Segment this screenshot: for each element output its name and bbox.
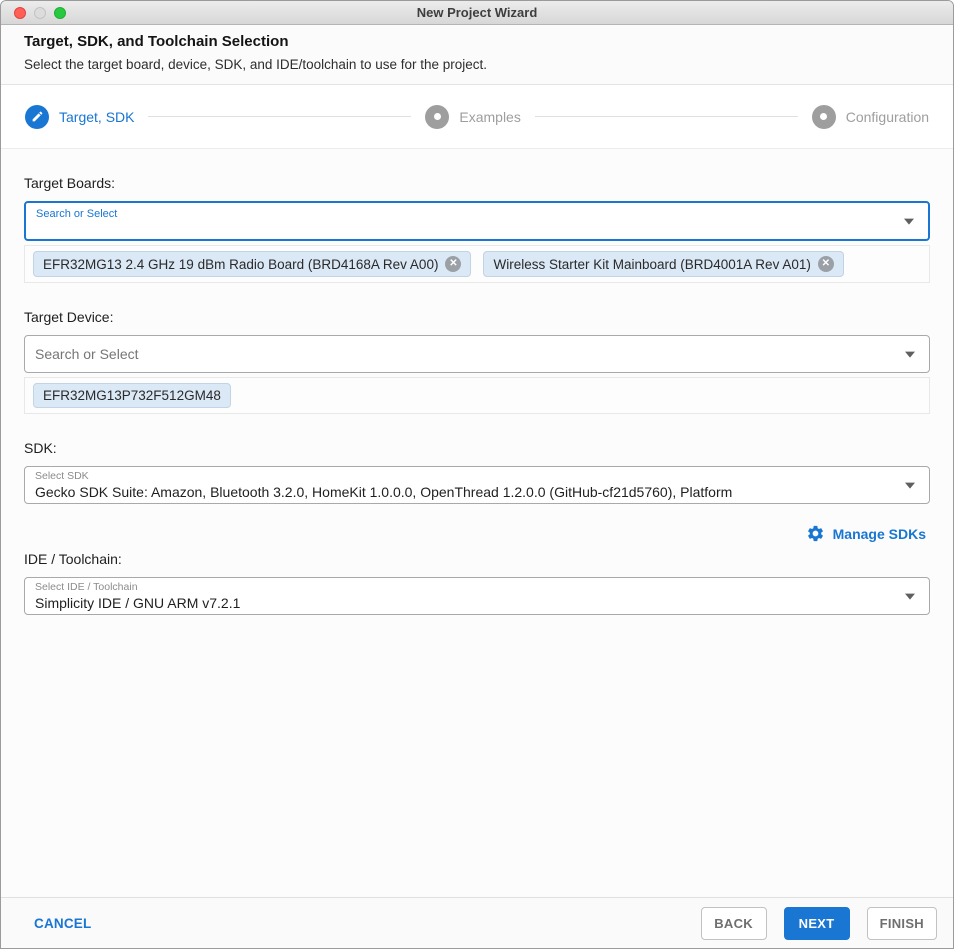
stepper-connector bbox=[534, 116, 798, 117]
ide-toolchain-select[interactable]: Select IDE / Toolchain Simplicity IDE / … bbox=[24, 577, 930, 615]
sdk-select-label: Select SDK bbox=[35, 470, 89, 482]
chevron-down-icon[interactable] bbox=[905, 351, 915, 358]
target-device-section: Target Device: Search or Select EFR32MG1… bbox=[24, 309, 930, 414]
stepper-connector bbox=[148, 116, 412, 117]
close-window-button[interactable] bbox=[14, 6, 26, 19]
chip-label: EFR32MG13 2.4 GHz 19 dBm Radio Board (BR… bbox=[43, 256, 439, 272]
target-boards-select[interactable]: Search or Select bbox=[24, 201, 930, 241]
back-button[interactable]: BACK bbox=[700, 906, 767, 940]
sdk-section: SDK: Select SDK Gecko SDK Suite: Amazon,… bbox=[24, 440, 930, 543]
wizard-content: Target Boards: Search or Select EFR32MG1… bbox=[1, 175, 953, 615]
device-chip[interactable]: EFR32MG13P732F512GM48 bbox=[33, 383, 231, 408]
step-label: Configuration bbox=[845, 108, 930, 125]
close-icon[interactable]: ✕ bbox=[445, 256, 462, 272]
minimize-window-button[interactable] bbox=[34, 6, 46, 19]
step-target-sdk[interactable]: Target, SDK bbox=[25, 104, 135, 129]
step-configuration[interactable]: Configuration bbox=[811, 104, 930, 129]
step-dot-icon bbox=[811, 104, 836, 129]
traffic-lights bbox=[14, 6, 66, 19]
target-device-placeholder: Search or Select bbox=[35, 346, 139, 362]
sdk-select[interactable]: Select SDK Gecko SDK Suite: Amazon, Blue… bbox=[24, 466, 930, 504]
zoom-window-button[interactable] bbox=[54, 6, 66, 19]
cancel-button[interactable]: CANCEL bbox=[34, 916, 91, 931]
chip-label: Wireless Starter Kit Mainboard (BRD4001A… bbox=[493, 256, 811, 272]
step-examples[interactable]: Examples bbox=[425, 104, 521, 129]
step-label: Target, SDK bbox=[59, 108, 135, 125]
sdk-label: SDK: bbox=[24, 440, 57, 456]
page-title: Target, SDK, and Toolchain Selection bbox=[24, 33, 289, 50]
chevron-down-icon[interactable] bbox=[905, 482, 915, 489]
chip-label: EFR32MG13P732F512GM48 bbox=[43, 388, 221, 403]
ide-toolchain-label: IDE / Toolchain: bbox=[24, 551, 122, 567]
window-titlebar: New Project Wizard bbox=[1, 1, 953, 25]
board-chip[interactable]: EFR32MG13 2.4 GHz 19 dBm Radio Board (BR… bbox=[33, 251, 472, 277]
target-boards-label: Target Boards: bbox=[24, 175, 116, 191]
gear-icon[interactable] bbox=[806, 524, 825, 543]
ide-select-label: Select IDE / Toolchain bbox=[35, 581, 138, 593]
ide-toolchain-section: IDE / Toolchain: Select IDE / Toolchain … bbox=[24, 551, 930, 615]
chevron-down-icon[interactable] bbox=[905, 593, 915, 600]
next-button[interactable]: NEXT bbox=[783, 906, 850, 940]
target-boards-chips: EFR32MG13 2.4 GHz 19 dBm Radio Board (BR… bbox=[24, 245, 930, 283]
manage-sdks-link[interactable]: Manage SDKs bbox=[833, 526, 926, 542]
target-device-select[interactable]: Search or Select bbox=[24, 335, 930, 373]
target-boards-section: Target Boards: Search or Select EFR32MG1… bbox=[24, 175, 930, 283]
ide-select-value: Simplicity IDE / GNU ARM v7.2.1 bbox=[35, 595, 241, 611]
close-icon[interactable]: ✕ bbox=[817, 256, 834, 272]
target-device-label: Target Device: bbox=[24, 309, 114, 325]
board-chip[interactable]: Wireless Starter Kit Mainboard (BRD4001A… bbox=[483, 251, 844, 277]
target-boards-placeholder: Search or Select bbox=[36, 208, 118, 220]
new-project-wizard-window: New Project Wizard Target, SDK, and Tool… bbox=[0, 0, 954, 949]
sdk-select-value: Gecko SDK Suite: Amazon, Bluetooth 3.2.0… bbox=[35, 484, 733, 500]
target-device-chips: EFR32MG13P732F512GM48 bbox=[24, 377, 930, 414]
finish-button[interactable]: FINISH bbox=[866, 906, 937, 940]
manage-sdks-row: Manage SDKs bbox=[24, 524, 926, 543]
step-dot-icon bbox=[425, 104, 450, 129]
wizard-footer: CANCEL BACK NEXT FINISH bbox=[1, 897, 953, 948]
wizard-stepper: Target, SDK Examples Configuration bbox=[1, 85, 953, 149]
chevron-down-icon[interactable] bbox=[904, 218, 914, 225]
wizard-header: Target, SDK, and Toolchain Selection Sel… bbox=[1, 25, 953, 85]
pencil-icon bbox=[25, 104, 49, 129]
page-subtitle: Select the target board, device, SDK, an… bbox=[24, 57, 488, 72]
window-title: New Project Wizard bbox=[416, 5, 538, 20]
step-label: Examples bbox=[459, 108, 521, 125]
